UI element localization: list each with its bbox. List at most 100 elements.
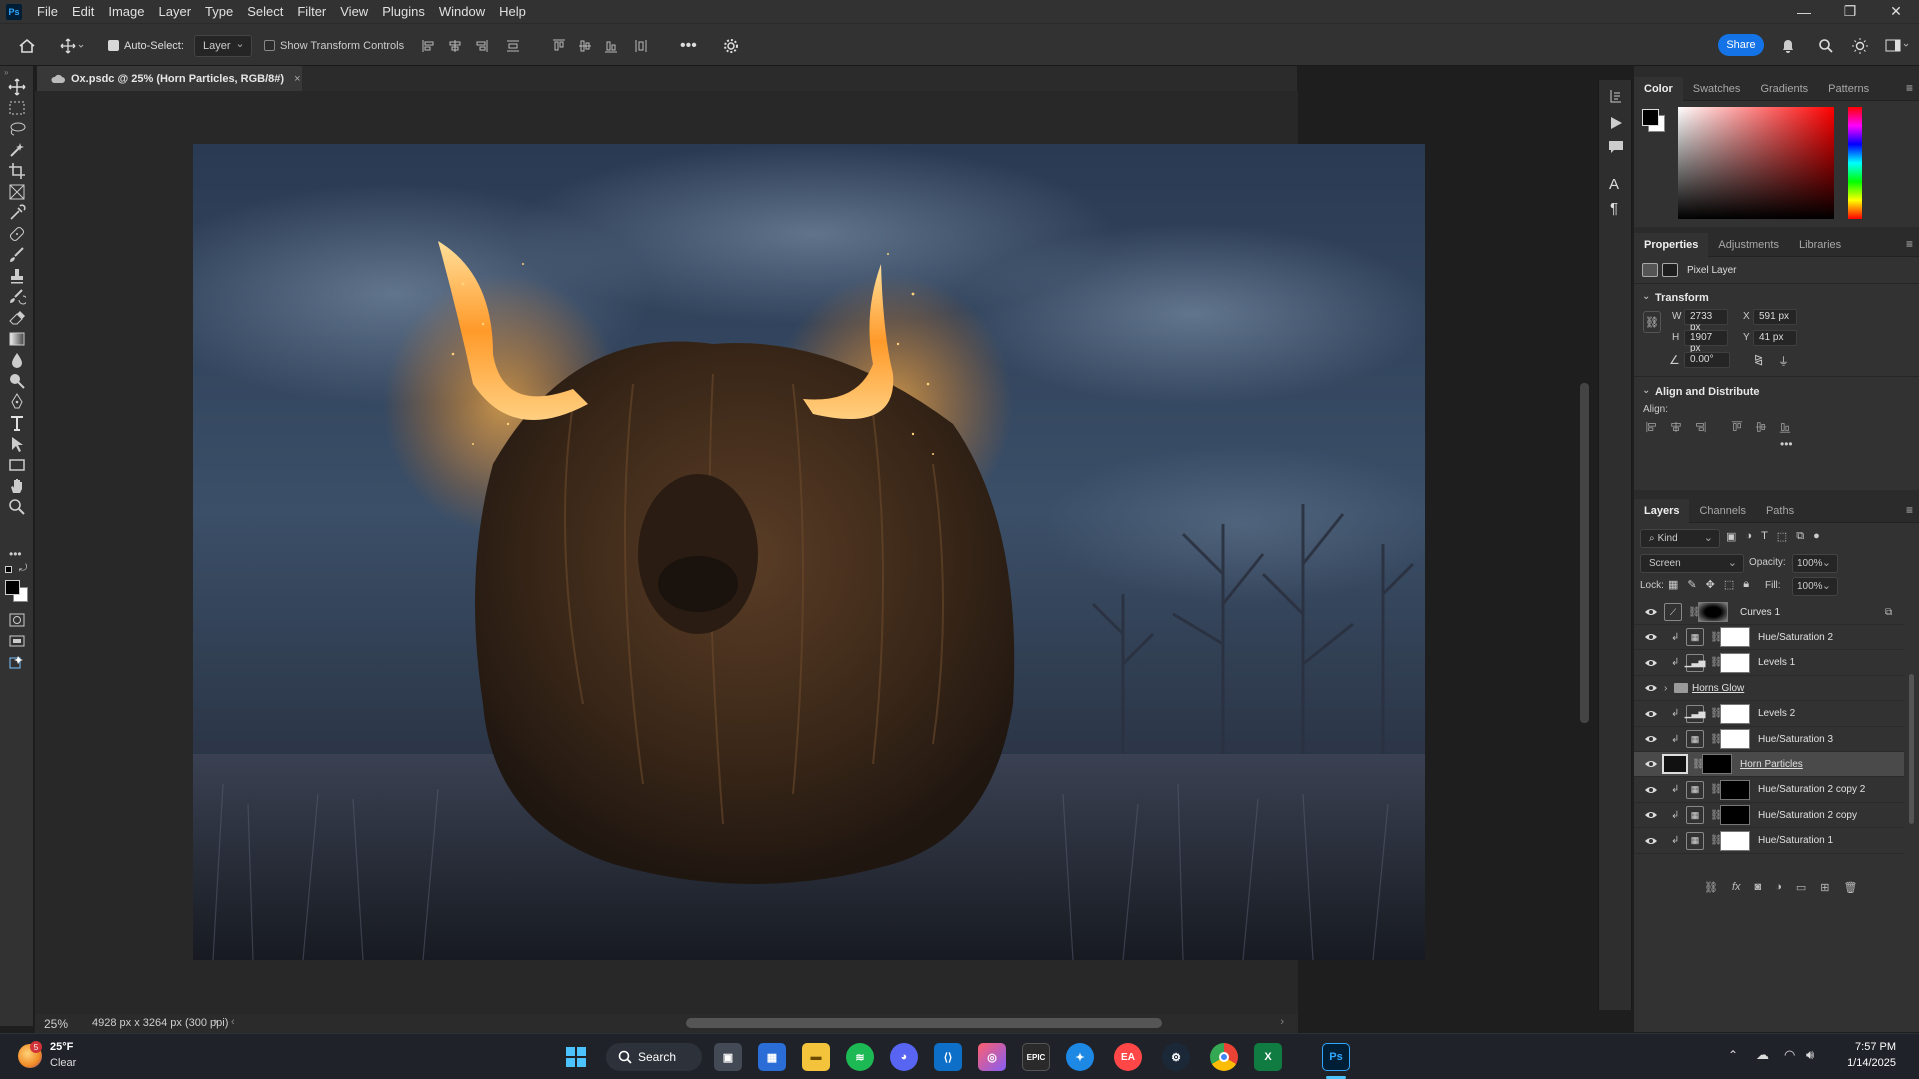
photoshop-taskbar-icon[interactable]: Ps (1322, 1043, 1350, 1071)
align-collapse-icon[interactable]: ⌄ (1642, 385, 1650, 396)
tab-properties[interactable]: Properties (1634, 232, 1709, 257)
menu-image[interactable]: Image (101, 0, 151, 23)
layer-row[interactable]: ↲ ▦ ⛓ Hue/Saturation 1 (1634, 829, 1904, 854)
link-layers-icon[interactable]: ⛓ (1704, 881, 1718, 894)
layer-row[interactable]: ↲ ▦ ⛓ Hue/Saturation 2 copy 2 (1634, 778, 1904, 803)
align-hcenter-icon[interactable] (448, 39, 462, 53)
delete-layer-icon[interactable]: 🗑︎ (1843, 881, 1857, 894)
lock-pixels-icon[interactable]: ✎ (1687, 578, 1696, 591)
scroll-left-icon[interactable]: ‹ (231, 1016, 235, 1028)
blend-mode-dropdown[interactable]: Screen (1640, 554, 1744, 573)
color-picker-field[interactable] (1678, 107, 1834, 219)
x-field[interactable]: 591 px (1753, 309, 1797, 325)
close-tab-icon[interactable]: × (294, 73, 300, 85)
workspace-icon[interactable] (1885, 24, 1911, 67)
layer-name[interactable]: Hue/Saturation 3 (1758, 734, 1833, 745)
move-tool-icon[interactable] (8, 78, 26, 96)
comments-panel-icon[interactable] (1608, 140, 1624, 154)
layer-visibility-eye-icon[interactable] (1644, 759, 1658, 769)
paragraph-panel-icon[interactable]: ¶ (1610, 200, 1618, 217)
filter-pixel-icon[interactable]: ▣ (1726, 530, 1736, 543)
menu-type[interactable]: Type (198, 0, 240, 23)
restore-icon[interactable]: ❐ (1827, 0, 1873, 23)
character-panel-icon[interactable]: A (1609, 176, 1619, 193)
properties-panel-menu-icon[interactable]: ≡ (1906, 237, 1913, 251)
auto-select-checkbox[interactable] (108, 40, 119, 51)
layer-row[interactable]: ⟋ ⛓ Curves 1 ⧉ (1634, 600, 1904, 625)
discord-icon[interactable]: ◕ (890, 1043, 918, 1071)
lock-position-icon[interactable]: ✥ (1706, 578, 1715, 591)
add-mask-icon[interactable]: ◙ (1755, 881, 1762, 894)
layer-mask-thumbnail[interactable] (1702, 754, 1732, 775)
path-selection-tool-icon[interactable] (8, 435, 26, 453)
brush-tool-icon[interactable] (8, 246, 26, 264)
filter-toggle-icon[interactable]: ● (1813, 530, 1820, 543)
collapse-toolbar-icon[interactable]: » (4, 68, 8, 77)
layer-row[interactable]: ⛓ Horn Particles (1634, 752, 1904, 778)
height-field[interactable]: 1907 px (1684, 330, 1728, 354)
history-brush-tool-icon[interactable] (8, 288, 26, 306)
lasso-tool-icon[interactable] (8, 120, 26, 138)
contextual-taskbar-icon[interactable] (8, 654, 26, 672)
foreground-color-swatch[interactable] (5, 580, 20, 595)
filter-shape-icon[interactable]: ⬚ (1777, 530, 1787, 543)
color-panel-menu-icon[interactable]: ≡ (1906, 81, 1913, 95)
prop-align-hcenter-icon[interactable] (1670, 421, 1682, 433)
layer-name[interactable]: Levels 2 (1758, 708, 1795, 719)
hue-slider[interactable] (1848, 107, 1862, 219)
opacity-field[interactable]: 100% (1792, 554, 1838, 573)
settings-gear-icon[interactable] (723, 24, 739, 67)
frame-tool-icon[interactable] (8, 183, 26, 201)
prop-align-vcenter-icon[interactable] (1755, 421, 1767, 433)
hand-tool-icon[interactable] (8, 477, 26, 495)
layer-visibility-eye-icon[interactable] (1644, 734, 1658, 744)
menu-view[interactable]: View (333, 0, 375, 23)
document-tab[interactable]: Ox.psdc @ 25% (Horn Particles, RGB/8#) × (37, 66, 302, 91)
show-transform-checkbox[interactable] (264, 40, 275, 51)
fill-field[interactable]: 100% (1792, 577, 1838, 596)
more-options-icon[interactable]: ••• (680, 24, 697, 67)
battle-net-icon[interactable]: ✦ (1066, 1043, 1094, 1071)
wifi-icon[interactable]: ◠ (1784, 1047, 1795, 1063)
vertical-scrollbar[interactable] (1580, 383, 1589, 723)
new-layer-icon[interactable]: ⊞ (1820, 881, 1829, 894)
chrome-icon[interactable] (1210, 1043, 1238, 1071)
layer-visibility-eye-icon[interactable] (1644, 836, 1658, 846)
prop-align-left-icon[interactable] (1646, 421, 1658, 433)
layer-row[interactable]: ↲ ▁▃▅ ⛓ Levels 2 (1634, 702, 1904, 727)
new-adjustment-icon[interactable]: ◑ (1775, 881, 1782, 894)
default-colors-icon[interactable] (5, 566, 12, 573)
task-view-icon[interactable]: ▣ (714, 1043, 742, 1071)
layer-link-icon[interactable]: ⧉ (1885, 607, 1892, 618)
layer-visibility-eye-icon[interactable] (1644, 785, 1658, 795)
layer-filter-dropdown[interactable]: ⌕ Kind (1640, 529, 1720, 548)
crop-tool-icon[interactable] (8, 162, 26, 180)
layer-visibility-eye-icon[interactable] (1644, 607, 1658, 617)
volume-icon[interactable]: 🔊︎ (1806, 1047, 1814, 1063)
layer-visibility-eye-icon[interactable] (1644, 632, 1658, 642)
healing-brush-tool-icon[interactable] (8, 225, 26, 243)
layers-panel-menu-icon[interactable]: ≡ (1906, 503, 1913, 517)
object-selection-tool-icon[interactable] (8, 141, 26, 159)
weather-desc[interactable]: Clear (50, 1057, 76, 1069)
onedrive-cloud-icon[interactable]: ☁ (1756, 1047, 1769, 1063)
layer-name[interactable]: Curves 1 (1740, 607, 1780, 618)
actions-play-icon[interactable] (1609, 116, 1623, 130)
width-field[interactable]: 2733 px (1684, 309, 1728, 333)
layer-row[interactable]: ↲ ▦ ⛓ Hue/Saturation 3 (1634, 727, 1904, 752)
menu-plugins[interactable]: Plugins (375, 0, 432, 23)
tab-adjustments[interactable]: Adjustments (1708, 233, 1789, 257)
menu-help[interactable]: Help (492, 0, 533, 23)
foreground-color-chip[interactable] (1642, 109, 1659, 126)
taskbar-search-box[interactable]: Search (606, 1043, 702, 1071)
distribute-horizontal-icon[interactable] (634, 39, 648, 53)
prop-align-right-icon[interactable] (1694, 421, 1706, 433)
layer-thumbnail[interactable] (1662, 754, 1688, 775)
link-dimensions-icon[interactable]: ⛓ (1643, 311, 1661, 333)
tab-paths[interactable]: Paths (1756, 499, 1804, 523)
layer-name[interactable]: Horn Particles (1740, 759, 1803, 770)
prop-align-top-icon[interactable] (1731, 421, 1743, 433)
auto-select-dropdown[interactable]: Layer (194, 34, 252, 57)
swap-colors-icon[interactable]: ⤾ (19, 563, 27, 574)
pen-tool-icon[interactable] (8, 393, 26, 411)
